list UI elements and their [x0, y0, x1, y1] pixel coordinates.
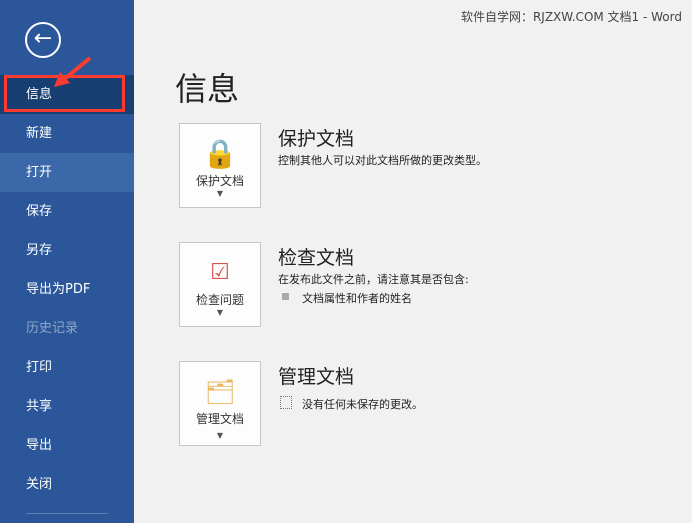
section-desc: 在发布此文件之前，请注意其是否包含: — [278, 273, 469, 286]
bullet-text: 文档属性和作者的姓名 — [302, 292, 412, 305]
chevron-down-icon: ▼ — [216, 431, 224, 440]
manage-document-button[interactable]: 🗂 管理文档 ▼ — [179, 361, 261, 446]
section-title: 检查文档 — [278, 247, 355, 269]
sidebar-item-close[interactable]: 关闭 — [0, 465, 134, 504]
section-title: 管理文档 — [278, 366, 355, 388]
inspect-document-icon: ☑ — [210, 260, 230, 285]
sidebar-item-save[interactable]: 保存 — [0, 192, 134, 231]
document-icon — [280, 396, 292, 409]
divider — [26, 513, 108, 514]
page-title: 信息 — [175, 70, 240, 108]
bullet-icon — [282, 293, 289, 300]
sidebar-item-open[interactable]: 打开 — [0, 153, 134, 192]
backstage-sidebar: ← 信息 新建 打开 保存 另存 导出为PDF 历史记录 打印 共享 导出 关闭 — [0, 0, 134, 523]
section-desc: 控制其他人可以对此文档所做的更改类型。 — [278, 154, 487, 167]
sidebar-item-save-as[interactable]: 另存 — [0, 231, 134, 270]
window-title: 软件自学网：RJZXW.COM 文档1 - Word — [460, 10, 682, 24]
sidebar-item-print[interactable]: 打印 — [0, 348, 134, 387]
check-issues-button[interactable]: ☑ 检查问题 ▼ — [179, 242, 261, 327]
section-title: 保护文档 — [278, 128, 355, 150]
protect-document-button[interactable]: 🔒 保护文档 ▼ — [179, 123, 261, 208]
sidebar-item-export[interactable]: 导出 — [0, 426, 134, 465]
chevron-down-icon: ▼ — [216, 308, 224, 317]
red-arrow-icon — [54, 56, 92, 87]
manage-document-icon: 🗂 — [204, 378, 236, 406]
section-desc: 没有任何未保存的更改。 — [302, 398, 423, 411]
back-arrow-icon[interactable]: ← — [25, 22, 61, 58]
chevron-down-icon: ▼ — [216, 189, 224, 198]
sidebar-item-history: 历史记录 — [26, 321, 79, 336]
lock-key-icon: 🔒 — [202, 137, 238, 170]
sidebar-item-export-pdf[interactable]: 导出为PDF — [0, 270, 134, 309]
sidebar-item-share[interactable]: 共享 — [0, 387, 134, 426]
sidebar-item-new[interactable]: 新建 — [0, 114, 134, 153]
